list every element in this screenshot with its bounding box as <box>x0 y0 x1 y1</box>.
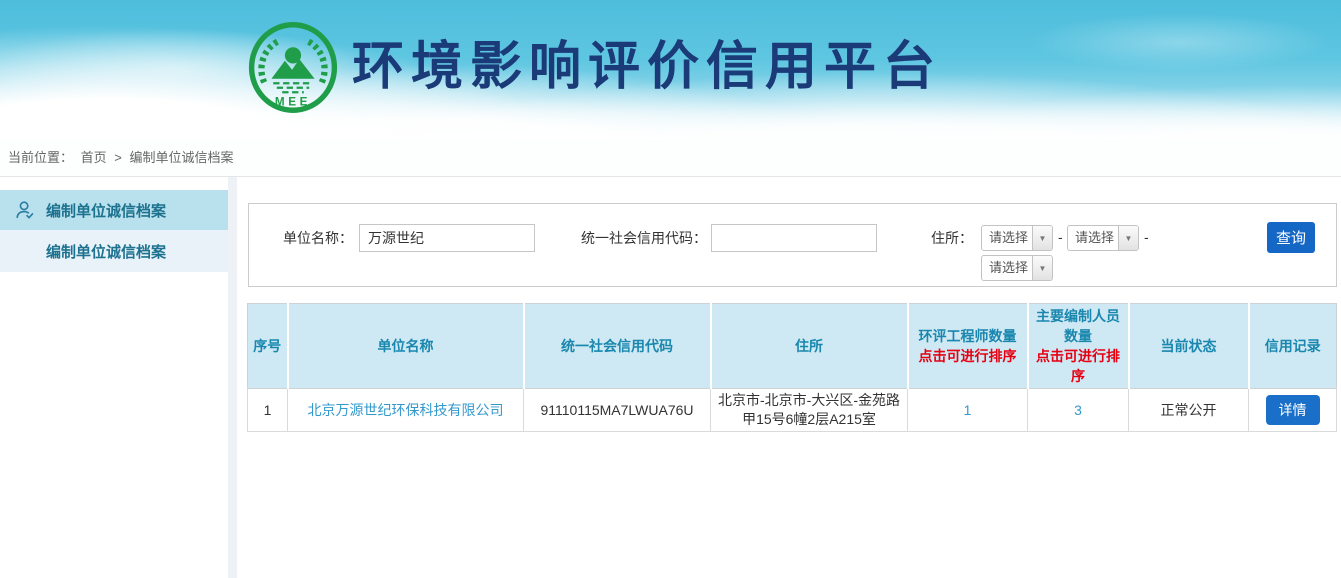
table-header-row: 序号 单位名称 统一社会信用代码 住所 环评工程师数量 点击可进行排序 主要编制… <box>248 304 1337 389</box>
cell-address: 北京市-北京市-大兴区-金苑路甲15号6幢2层A215室 <box>711 389 908 432</box>
mee-logo: MEE <box>248 21 338 114</box>
sidebar-item-credit-archive[interactable]: 编制单位诚信档案 <box>0 230 228 272</box>
breadcrumb: 当前位置： 首页 > 编制单位诚信档案 <box>0 140 1341 177</box>
col-engineer-count[interactable]: 环评工程师数量 点击可进行排序 <box>908 304 1028 389</box>
page-title: 环境影响评价信用平台 <box>352 36 942 98</box>
breadcrumb-label: 当前位置： <box>8 150 73 165</box>
sidebar-divider <box>228 177 237 578</box>
chevron-down-icon[interactable]: ▼ <box>1118 226 1138 250</box>
site-banner: MEE 环境影响评价信用平台 <box>0 0 1341 140</box>
city-select[interactable]: 请选择 ▼ <box>1067 225 1139 251</box>
address-label: 住所： <box>901 225 973 251</box>
sidebar-item-label: 编制单位诚信档案 <box>46 241 166 262</box>
col-address: 住所 <box>711 304 908 389</box>
engineer-count-link[interactable]: 1 <box>964 402 972 418</box>
mee-logo-icon: MEE <box>248 21 338 114</box>
breadcrumb-current: 编制单位诚信档案 <box>130 150 234 165</box>
table-row: 1 北京万源世纪环保科技有限公司 91110115MA7LWUA76U 北京市-… <box>248 389 1337 432</box>
cell-credit-code: 91110115MA7LWUA76U <box>524 389 711 432</box>
sort-hint-staff[interactable]: 点击可进行排序 <box>1031 346 1126 386</box>
result-table: 序号 单位名称 统一社会信用代码 住所 环评工程师数量 点击可进行排序 主要编制… <box>247 303 1337 432</box>
col-status: 当前状态 <box>1129 304 1249 389</box>
chevron-down-icon[interactable]: ▼ <box>1032 256 1052 280</box>
staff-count-link[interactable]: 3 <box>1074 402 1082 418</box>
chevron-down-icon[interactable]: ▼ <box>1032 226 1052 250</box>
col-engineer-count-label: 环评工程师数量 <box>919 328 1017 344</box>
page: MEE 环境影响评价信用平台 当前位置： 首页 > 编制单位诚信档案 编制单位诚… <box>0 0 1341 578</box>
unit-name-label: 单位名称： <box>263 225 353 251</box>
sort-hint-engineers[interactable]: 点击可进行排序 <box>911 346 1025 366</box>
sidebar-item-label: 编制单位诚信档案 <box>46 200 166 221</box>
col-credit-record: 信用记录 <box>1249 304 1337 389</box>
user-check-icon <box>14 199 36 221</box>
svg-text:MEE: MEE <box>275 96 311 109</box>
breadcrumb-home-link[interactable]: 首页 <box>81 150 107 165</box>
credit-code-label: 统一社会信用代码： <box>545 225 707 251</box>
district-select-value: 请选择 <box>982 256 1032 280</box>
cell-index: 1 <box>248 389 288 432</box>
col-staff-count[interactable]: 主要编制人员数量 点击可进行排序 <box>1028 304 1129 389</box>
col-company: 单位名称 <box>288 304 524 389</box>
search-panel: 单位名称： 统一社会信用代码： 住所： 请选择 ▼ - 请选择 ▼ - 请选择 … <box>248 203 1337 287</box>
dash-separator: - <box>1144 229 1149 245</box>
province-select[interactable]: 请选择 ▼ <box>981 225 1053 251</box>
district-select[interactable]: 请选择 ▼ <box>981 255 1053 281</box>
credit-code-input[interactable] <box>711 224 877 252</box>
dash-separator: - <box>1058 229 1063 245</box>
city-select-value: 请选择 <box>1068 226 1118 250</box>
col-credit-code: 统一社会信用代码 <box>524 304 711 389</box>
unit-name-input[interactable] <box>359 224 535 252</box>
breadcrumb-separator: > <box>114 150 122 165</box>
col-staff-count-label: 主要编制人员数量 <box>1036 308 1120 344</box>
detail-button[interactable]: 详情 <box>1266 395 1320 425</box>
company-name-link[interactable]: 北京万源世纪环保科技有限公司 <box>308 402 504 418</box>
cell-status: 正常公开 <box>1129 389 1249 432</box>
province-select-value: 请选择 <box>982 226 1032 250</box>
sidebar-item-credit-archive-parent[interactable]: 编制单位诚信档案 <box>0 190 228 230</box>
col-index: 序号 <box>248 304 288 389</box>
query-button[interactable]: 查询 <box>1267 222 1315 253</box>
